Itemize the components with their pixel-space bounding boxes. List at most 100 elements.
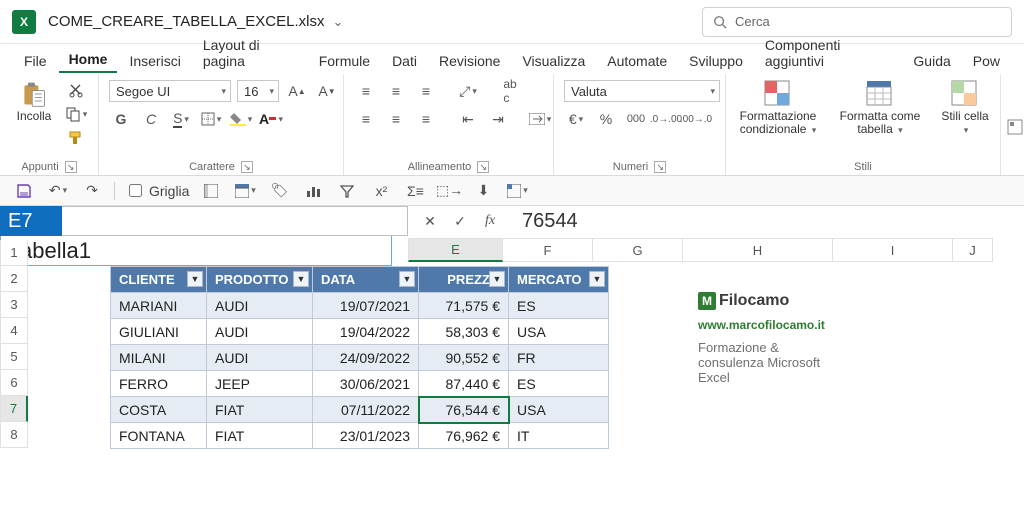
format-painter-button[interactable] (64, 128, 88, 148)
cancel-formula-button[interactable]: ✕ (418, 211, 442, 231)
qat-chart-icon[interactable] (301, 181, 325, 201)
filename[interactable]: COME_CREARE_TABELLA_EXCEL.xlsx (48, 13, 324, 30)
decrease-font-button[interactable]: A▼ (315, 81, 339, 101)
filter-button[interactable]: ▼ (293, 271, 309, 287)
tab-power[interactable]: Pow (963, 47, 1010, 73)
tab-review[interactable]: Revisione (429, 47, 510, 73)
col-header-j[interactable]: J (953, 238, 993, 262)
align-top-button[interactable]: ≡ (354, 81, 378, 101)
undo-button[interactable]: ↶▾ (46, 181, 70, 201)
align-left-button[interactable]: ≡ (354, 109, 378, 129)
number-format-select[interactable]: Valuta▾ (564, 80, 720, 102)
tab-view[interactable]: Visualizza (512, 47, 595, 73)
filter-button[interactable]: ▼ (187, 271, 203, 287)
increase-font-button[interactable]: A▲ (285, 81, 309, 101)
tab-formulas[interactable]: Formule (309, 47, 380, 73)
grid-checkbox[interactable] (129, 184, 142, 197)
row-header-4[interactable]: 4 (0, 318, 28, 344)
decrease-decimal-button[interactable]: .00→.0 (684, 109, 708, 129)
tab-file[interactable]: File (14, 47, 57, 73)
col-header-e[interactable]: E (408, 238, 503, 262)
paste-button[interactable]: Incolla (10, 80, 58, 123)
data-table[interactable]: CLIENTE▼ PRODOTTO▼ DATA▼ PREZZO▼ MERCATO… (110, 266, 609, 449)
row-header-2[interactable]: 2 (0, 266, 28, 292)
row-header-3[interactable]: 3 (0, 292, 28, 318)
col-header-g[interactable]: G (593, 238, 683, 262)
redo-button[interactable]: ↷ (80, 181, 104, 201)
name-box-dropdown[interactable] (62, 206, 408, 236)
selected-cell[interactable]: 76,544 € (419, 397, 509, 423)
align-center-button[interactable]: ≡ (384, 109, 408, 129)
group-font-label: Carattere (189, 161, 235, 173)
accounting-format-button[interactable]: €▾ (564, 109, 588, 129)
col-header-h[interactable]: H (683, 238, 833, 262)
tab-home[interactable]: Home (59, 45, 118, 73)
increase-indent-button[interactable]: ⇥ (486, 109, 510, 129)
filter-button[interactable]: ▼ (399, 271, 415, 287)
font-color-button[interactable]: A▾ (259, 109, 283, 129)
tab-layout[interactable]: Layout di pagina (193, 31, 307, 73)
italic-button[interactable]: C (139, 109, 163, 129)
conditional-formatting-button[interactable]: Formattazione condizionale ▾ (736, 80, 820, 136)
row-header-6[interactable]: 6 (0, 370, 28, 396)
font-name-select[interactable]: Segoe UI▾ (109, 80, 231, 102)
tab-automate[interactable]: Automate (597, 47, 677, 73)
number-launcher[interactable]: ↘ (654, 161, 666, 173)
row-header-5[interactable]: 5 (0, 344, 28, 370)
name-box[interactable]: E7 (0, 206, 62, 236)
table-name-input[interactable] (0, 236, 392, 266)
cell-styles-button[interactable]: Stili cella ▾ (940, 80, 990, 136)
qat-tag-icon[interactable]: 🏷 (267, 181, 291, 201)
qat-freeze-icon[interactable] (199, 181, 223, 201)
row-header-8[interactable]: 8 (0, 422, 28, 448)
formula-value[interactable]: 76544 (512, 210, 588, 233)
decrease-indent-button[interactable]: ⇤ (456, 109, 480, 129)
save-button[interactable] (12, 181, 36, 201)
font-launcher[interactable]: ↘ (241, 161, 253, 173)
font-size-select[interactable]: 16▾ (237, 80, 279, 102)
tab-insert[interactable]: Inserisci (119, 47, 190, 73)
chevron-down-icon[interactable]: ⌄ (332, 14, 343, 30)
align-middle-button[interactable]: ≡ (384, 81, 408, 101)
fill-color-button[interactable]: ▾ (229, 109, 253, 129)
align-bottom-button[interactable]: ≡ (414, 81, 438, 101)
qat-subtotal-icon[interactable]: Σ≡ (403, 181, 427, 201)
qat-pivottable-icon[interactable]: ▾ (505, 181, 529, 201)
align-launcher[interactable]: ↘ (477, 161, 489, 173)
cut-button[interactable] (64, 80, 88, 100)
align-right-button[interactable]: ≡ (414, 109, 438, 129)
qat-filter-icon[interactable] (335, 181, 359, 201)
row-header-1[interactable]: 1 (0, 240, 28, 266)
fx-icon[interactable]: fx (478, 211, 502, 231)
format-as-table-button[interactable]: Formatta come tabella ▾ (838, 80, 922, 136)
bold-button[interactable]: G (109, 109, 133, 129)
merge-button[interactable]: ▾ (528, 109, 552, 129)
tab-data[interactable]: Dati (382, 47, 427, 73)
tab-help[interactable]: Guida (903, 47, 960, 73)
grid-toggle[interactable]: Griglia (125, 181, 189, 200)
qat-fill-icon[interactable]: ⬇ (471, 181, 495, 201)
qat-superscript-icon[interactable]: x² (369, 181, 393, 201)
col-header-f[interactable]: F (503, 238, 593, 262)
clipboard-launcher[interactable]: ↘ (65, 161, 77, 173)
filter-button[interactable]: ▼ (589, 271, 605, 287)
underline-button[interactable]: S▾ (169, 109, 193, 129)
table-row: FONTANAFIAT23/01/202376,962 €IT (111, 423, 609, 449)
thousands-button[interactable]: 000 (624, 109, 648, 129)
note-link[interactable]: www.marcofilocamo.it (698, 318, 825, 332)
percent-button[interactable]: % (594, 109, 618, 129)
borders-button[interactable]: ▾ (199, 109, 223, 129)
increase-decimal-button[interactable]: .0→.00 (654, 109, 678, 129)
tab-addins[interactable]: Componenti aggiuntivi (755, 31, 902, 73)
tab-developer[interactable]: Sviluppo (679, 47, 753, 73)
more-commands-button[interactable] (1003, 117, 1024, 137)
orientation-button[interactable]: ⤢▾ (456, 81, 480, 101)
filter-button[interactable]: ▼ (489, 271, 505, 287)
qat-table-icon[interactable]: ▾ (233, 181, 257, 201)
wrap-text-button[interactable]: abc (498, 81, 522, 101)
copy-button[interactable]: ▾ (64, 104, 88, 124)
col-header-i[interactable]: I (833, 238, 953, 262)
row-header-7[interactable]: 7 (0, 396, 28, 422)
enter-formula-button[interactable]: ✓ (448, 211, 472, 231)
qat-consolidate-icon[interactable]: ⬚→ (437, 181, 461, 201)
